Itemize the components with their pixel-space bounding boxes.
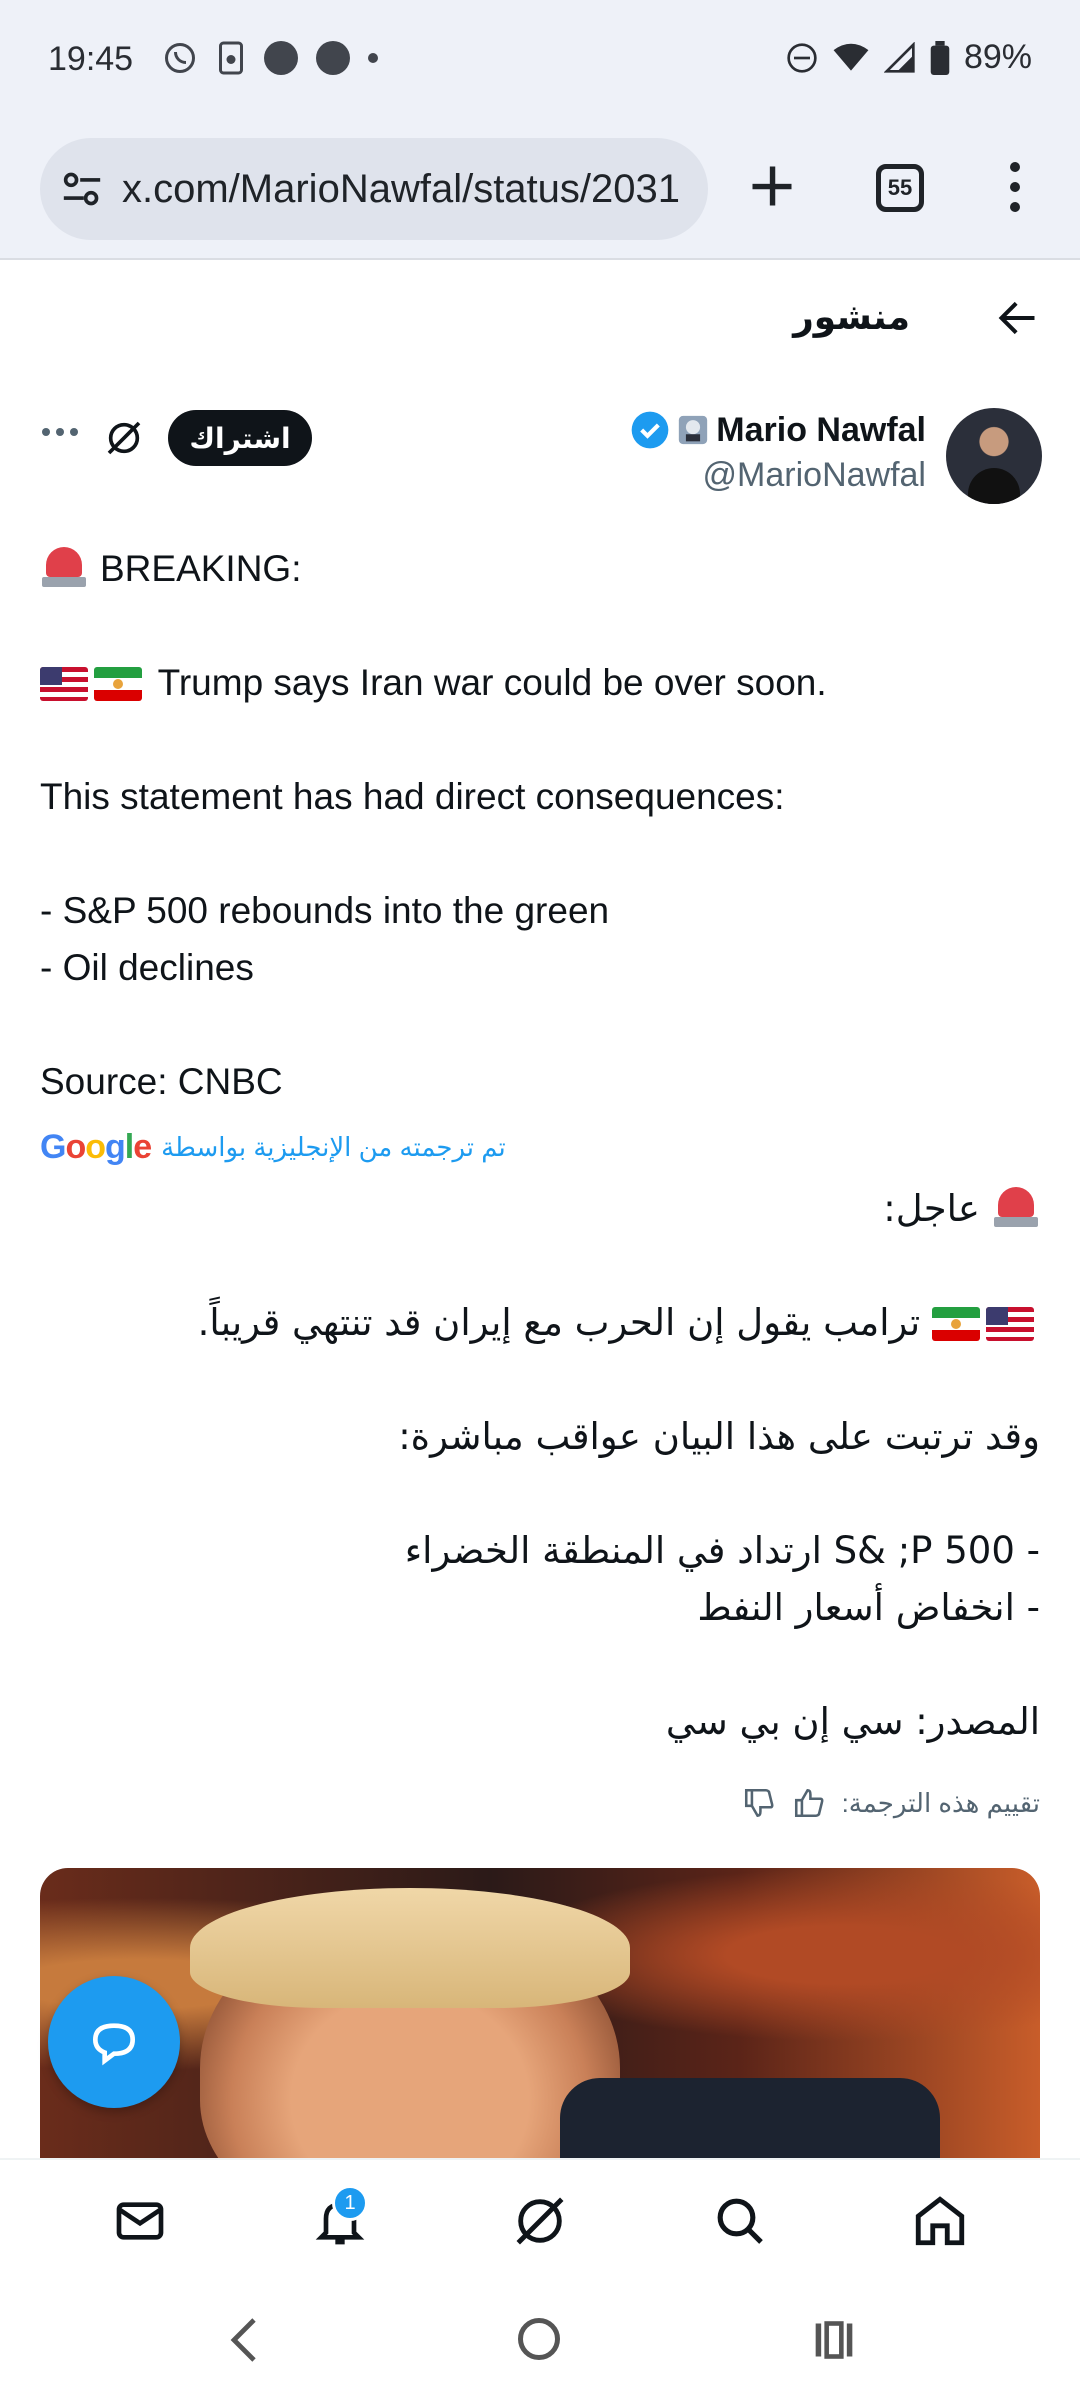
translated-line: عاجل: xyxy=(883,1187,980,1230)
page-title: منشور xyxy=(793,296,910,337)
nav-grok[interactable] xyxy=(490,2171,590,2271)
avatar[interactable] xyxy=(946,408,1042,504)
status-time: 19:45 xyxy=(48,40,134,78)
system-home-icon[interactable] xyxy=(518,2318,560,2360)
google-logo: Google xyxy=(40,1128,152,1166)
chat-bubble-icon xyxy=(92,2023,136,2066)
us-flag-icon xyxy=(986,1307,1034,1341)
thumbs-down-icon[interactable] xyxy=(742,1786,776,1820)
translation-attribution[interactable]: تم ترجمته من الإنجليزية بواسطة Google xyxy=(40,1128,506,1167)
app-notification-icon xyxy=(316,41,350,75)
translated-line: وقد ترتبت على هذا البيان عواقب مباشرة: xyxy=(398,1415,1040,1458)
rate-translation: تقييم هذه الترجمة: xyxy=(742,1786,1040,1820)
system-navigation xyxy=(0,2282,1080,2400)
address-bar[interactable]: x.com/MarioNawfal/status/2031 xyxy=(40,138,708,240)
bottom-nav: 1 xyxy=(0,2158,1080,2282)
url-text[interactable]: x.com/MarioNawfal/status/2031 xyxy=(122,167,680,212)
post-header: منشور xyxy=(0,262,1080,372)
tweet-line: Trump says Iran war could be over soon. xyxy=(157,662,827,703)
translated-line: - انخفاض أسعار النفط xyxy=(697,1586,1040,1629)
reply-fab-button[interactable] xyxy=(48,1976,180,2108)
image-subject-hair xyxy=(190,1888,630,2008)
tweet-line: - S&P 500 rebounds into the green xyxy=(40,890,610,931)
affiliate-badge-icon xyxy=(679,415,708,445)
tweet-text: BREAKING: Trump says Iran war could be o… xyxy=(40,540,1040,1110)
us-flag-icon xyxy=(40,667,88,701)
iran-flag-icon xyxy=(932,1307,980,1341)
nav-notifications[interactable]: 1 xyxy=(290,2171,390,2271)
author-row: Mario Nawfal @MarioNawfal اشتراك xyxy=(0,400,1080,520)
notification-icons xyxy=(162,40,378,76)
grok-nav-icon[interactable] xyxy=(511,2192,569,2250)
signal-icon xyxy=(883,41,915,73)
battery-icon xyxy=(930,40,950,75)
translated-line: ترامب يقول إن الحرب مع إيران قد تنتهي قر… xyxy=(197,1301,921,1344)
system-recents-icon[interactable] xyxy=(812,2318,856,2362)
tweet-media-image[interactable] xyxy=(40,1868,1040,2158)
messages-icon[interactable] xyxy=(112,2193,168,2249)
siren-emoji-icon xyxy=(992,1181,1040,1229)
author-handle[interactable]: @MarioNawfal xyxy=(703,456,926,495)
grok-icon[interactable] xyxy=(104,418,144,458)
system-back-icon[interactable] xyxy=(226,2316,262,2364)
image-subject-suit xyxy=(560,2078,940,2158)
back-arrow-icon[interactable] xyxy=(996,296,1040,340)
browser-menu-icon[interactable] xyxy=(1010,162,1020,212)
wifi-icon xyxy=(833,43,869,71)
tweet-line: BREAKING: xyxy=(100,548,302,589)
browser-toolbar: x.com/MarioNawfal/status/2031 55 xyxy=(0,124,1080,260)
nav-search[interactable] xyxy=(690,2171,790,2271)
subscribe-button[interactable]: اشتراك xyxy=(168,410,312,466)
system-icons: 89% xyxy=(786,38,1032,77)
translated-text: عاجل: ترامب يقول إن الحرب مع إيران قد تن… xyxy=(40,1180,1040,1750)
app-notification-icon xyxy=(264,41,298,75)
notification-count-badge: 1 xyxy=(332,2185,368,2221)
thumbs-up-icon[interactable] xyxy=(792,1786,826,1820)
verified-badge-icon xyxy=(631,411,669,449)
whatsapp-icon xyxy=(165,43,195,73)
siren-emoji-icon xyxy=(40,541,88,589)
search-icon[interactable] xyxy=(712,2193,768,2249)
site-settings-icon[interactable] xyxy=(60,169,104,209)
status-bar: 19:45 89% xyxy=(0,0,1080,124)
author-name-row[interactable]: Mario Nawfal xyxy=(630,410,926,450)
dnd-icon xyxy=(787,42,817,73)
tweet-line: This statement has had direct consequenc… xyxy=(40,776,785,817)
tweet-line: Source: CNBC xyxy=(40,1061,283,1102)
phone-sync-icon xyxy=(219,41,243,75)
iran-flag-icon xyxy=(94,667,142,701)
more-notifications-icon xyxy=(368,53,378,63)
translated-line: المصدر: سي إن بي سي xyxy=(665,1700,1040,1743)
tab-switcher-button[interactable]: 55 xyxy=(876,164,924,212)
author-name[interactable]: Mario Nawfal xyxy=(716,411,926,450)
home-icon[interactable] xyxy=(911,2192,969,2250)
translated-by-label[interactable]: تم ترجمته من الإنجليزية بواسطة xyxy=(161,1132,506,1163)
tweet-line: - Oil declines xyxy=(40,947,254,988)
battery-percent: 89% xyxy=(963,38,1032,76)
nav-home[interactable] xyxy=(890,2171,990,2271)
nav-messages[interactable] xyxy=(90,2171,190,2271)
more-options-icon[interactable] xyxy=(42,428,78,436)
rate-translation-label: تقييم هذه الترجمة: xyxy=(841,1787,1040,1818)
new-tab-icon[interactable] xyxy=(746,160,798,212)
translated-line: - S& ;P 500 ارتداد في المنطقة الخضراء xyxy=(404,1529,1040,1572)
